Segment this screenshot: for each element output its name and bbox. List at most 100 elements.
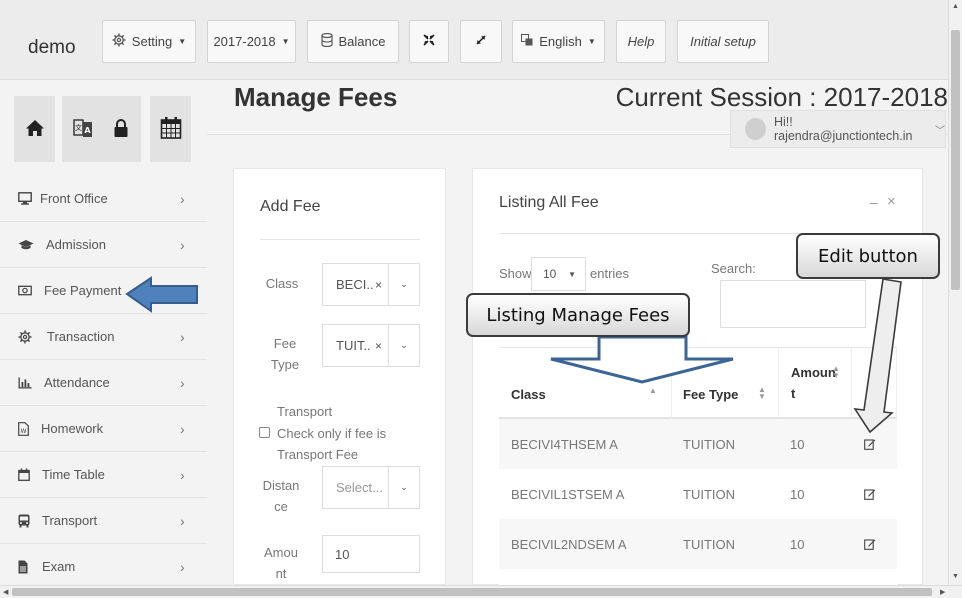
lock-shortcut[interactable] <box>100 96 141 162</box>
svg-text:文: 文 <box>75 123 82 132</box>
vertical-scrollbar-thumb[interactable] <box>951 30 960 290</box>
sidebar-item-homework[interactable]: W Homework › <box>0 406 207 452</box>
current-session-label: Current Session : 2017-2018 <box>615 82 948 112</box>
sidebar-item-attendance[interactable]: Attendance › <box>0 360 207 406</box>
sort-asc-icon: ▲ <box>649 386 657 395</box>
chevron-down-icon[interactable]: ⌄ <box>388 325 419 366</box>
edit-icon[interactable] <box>864 469 876 519</box>
calendar-shortcut[interactable] <box>150 96 191 162</box>
distance-label: Distan ce <box>252 475 310 517</box>
sidebar-item-label: Fee Payment <box>44 283 122 298</box>
edit-icon[interactable] <box>864 419 876 469</box>
table-header-fee-type[interactable]: Fee Type ▲ ▼ <box>671 347 778 419</box>
bus-icon <box>18 514 42 528</box>
chevron-down-icon[interactable]: ⌄ <box>388 264 419 305</box>
column-header-label: Class <box>511 387 546 402</box>
compress-icon <box>423 34 435 49</box>
table-header-class[interactable]: Class ▲ <box>499 347 671 419</box>
chevron-down-icon[interactable]: ⌄ <box>388 467 419 508</box>
setting-label: Setting <box>131 34 173 49</box>
entries-select[interactable]: 10 ▼ <box>531 257 586 291</box>
money-icon <box>18 285 44 296</box>
collapse-button[interactable] <box>409 20 449 63</box>
svg-text:W: W <box>21 428 27 435</box>
language-label: English <box>539 34 582 49</box>
edit-icon[interactable] <box>864 519 876 569</box>
file-icon <box>18 560 42 574</box>
gear-icon <box>112 33 126 50</box>
transport-checkbox[interactable] <box>259 427 270 438</box>
fee-type-select[interactable]: TUIT.. × ⌄ <box>322 324 420 367</box>
cell-amount: 10 <box>790 436 805 452</box>
table-row: BECIVI4THSEM A TUITION 10 <box>499 419 897 469</box>
scroll-right-arrow-icon[interactable]: ▶ <box>940 588 945 596</box>
setting-dropdown-button[interactable]: Setting ▼ <box>102 20 196 63</box>
amount-input[interactable]: 10 <box>322 535 420 573</box>
add-fee-panel: Add Fee Class BECI.. × ⌄ Fee Type TUIT..… <box>233 168 446 585</box>
entries-select-value: 10 <box>543 267 557 281</box>
sidebar-item-label: Exam <box>42 559 76 574</box>
session-dropdown-button[interactable]: 2017-2018 ▼ <box>207 20 296 63</box>
home-shortcut[interactable] <box>14 96 55 162</box>
brand-logo[interactable]: demo <box>28 37 76 59</box>
sidebar-item-exam[interactable]: Exam › <box>0 544 207 590</box>
horizontal-scrollbar[interactable]: ◀ ▶ <box>0 585 962 598</box>
user-menu[interactable]: Hi!! rajendra@junctiontech.in ﹀ <box>730 110 946 148</box>
table-row: BECIVIL1STSEM A TUITION 10 <box>499 469 897 519</box>
edit-button-callout: Edit button <box>796 233 940 279</box>
help-button[interactable]: Help <box>616 20 666 63</box>
scroll-left-arrow-icon[interactable]: ◀ <box>3 588 8 596</box>
search-label: Search: <box>711 261 756 276</box>
distance-select[interactable]: Select... ⌄ <box>322 466 420 509</box>
sidebar-item-fee-payment[interactable]: Fee Payment <box>0 268 207 314</box>
expand-icon <box>475 34 487 49</box>
cell-fee-type: TUITION <box>683 486 735 502</box>
table-header-amount[interactable]: Amoun ▲ ▼ t <box>778 347 851 419</box>
language-dropdown-button[interactable]: English ▼ <box>512 20 605 63</box>
scroll-down-arrow-icon[interactable]: ▼ <box>952 573 959 580</box>
table-header-action <box>851 347 897 419</box>
initial-setup-label: Initial setup <box>690 34 756 49</box>
clear-icon[interactable]: × <box>375 278 382 292</box>
sort-icon: ▲ ▼ <box>832 364 840 380</box>
vertical-scrollbar[interactable]: ▲ ▼ <box>948 0 962 585</box>
horizontal-scrollbar-thumb[interactable] <box>12 588 932 596</box>
search-input[interactable] <box>720 280 866 328</box>
sidebar-item-transport[interactable]: Transport › <box>0 498 207 544</box>
clear-icon[interactable]: × <box>375 339 382 353</box>
cell-amount: 10 <box>790 486 805 502</box>
balance-button[interactable]: Balance <box>307 20 399 63</box>
cell-class: BECIVI4THSEM A <box>511 436 618 452</box>
fee-type-label-line2: Type <box>270 357 300 372</box>
sidebar-item-label: Time Table <box>42 467 105 482</box>
table-row-partial <box>499 569 897 585</box>
minimize-icon[interactable]: – <box>870 194 878 210</box>
svg-text:A: A <box>84 126 91 135</box>
sidebar-item-time-table[interactable]: Time Table › <box>0 452 207 498</box>
listing-manage-fees-callout: Listing Manage Fees <box>466 293 690 337</box>
cell-amount: 10 <box>790 536 805 552</box>
fullscreen-button[interactable] <box>460 20 502 63</box>
class-select[interactable]: BECI.. × ⌄ <box>322 263 420 306</box>
document-icon: W <box>18 421 41 436</box>
fee-type-select-value: TUIT.. <box>336 338 371 353</box>
class-select-value: BECI.. <box>336 277 374 292</box>
gear-icon <box>18 330 47 344</box>
distance-select-placeholder: Select... <box>336 480 383 495</box>
scroll-up-arrow-icon[interactable]: ▲ <box>952 3 959 10</box>
sidebar-item-admission[interactable]: Admission › <box>0 222 207 268</box>
sidebar-item-front-office[interactable]: Front Office › <box>0 176 207 222</box>
home-icon <box>25 119 45 140</box>
sidebar-item-transaction[interactable]: Transaction › <box>0 314 207 360</box>
initial-setup-button[interactable]: Initial setup <box>677 20 769 63</box>
close-icon[interactable]: × <box>887 193 896 210</box>
lock-icon <box>113 118 129 141</box>
chevron-right-icon: › <box>180 558 185 575</box>
caret-down-icon: ▼ <box>281 37 290 46</box>
translate-icon <box>521 34 533 49</box>
language-shortcut[interactable]: A文 <box>62 96 103 162</box>
amount-label-line1: Amou <box>264 545 298 560</box>
sidebar-menu: Front Office › Admission › Fee Payment T… <box>0 176 207 590</box>
monitor-icon <box>18 192 40 205</box>
amount-label: Amou nt <box>252 542 310 584</box>
